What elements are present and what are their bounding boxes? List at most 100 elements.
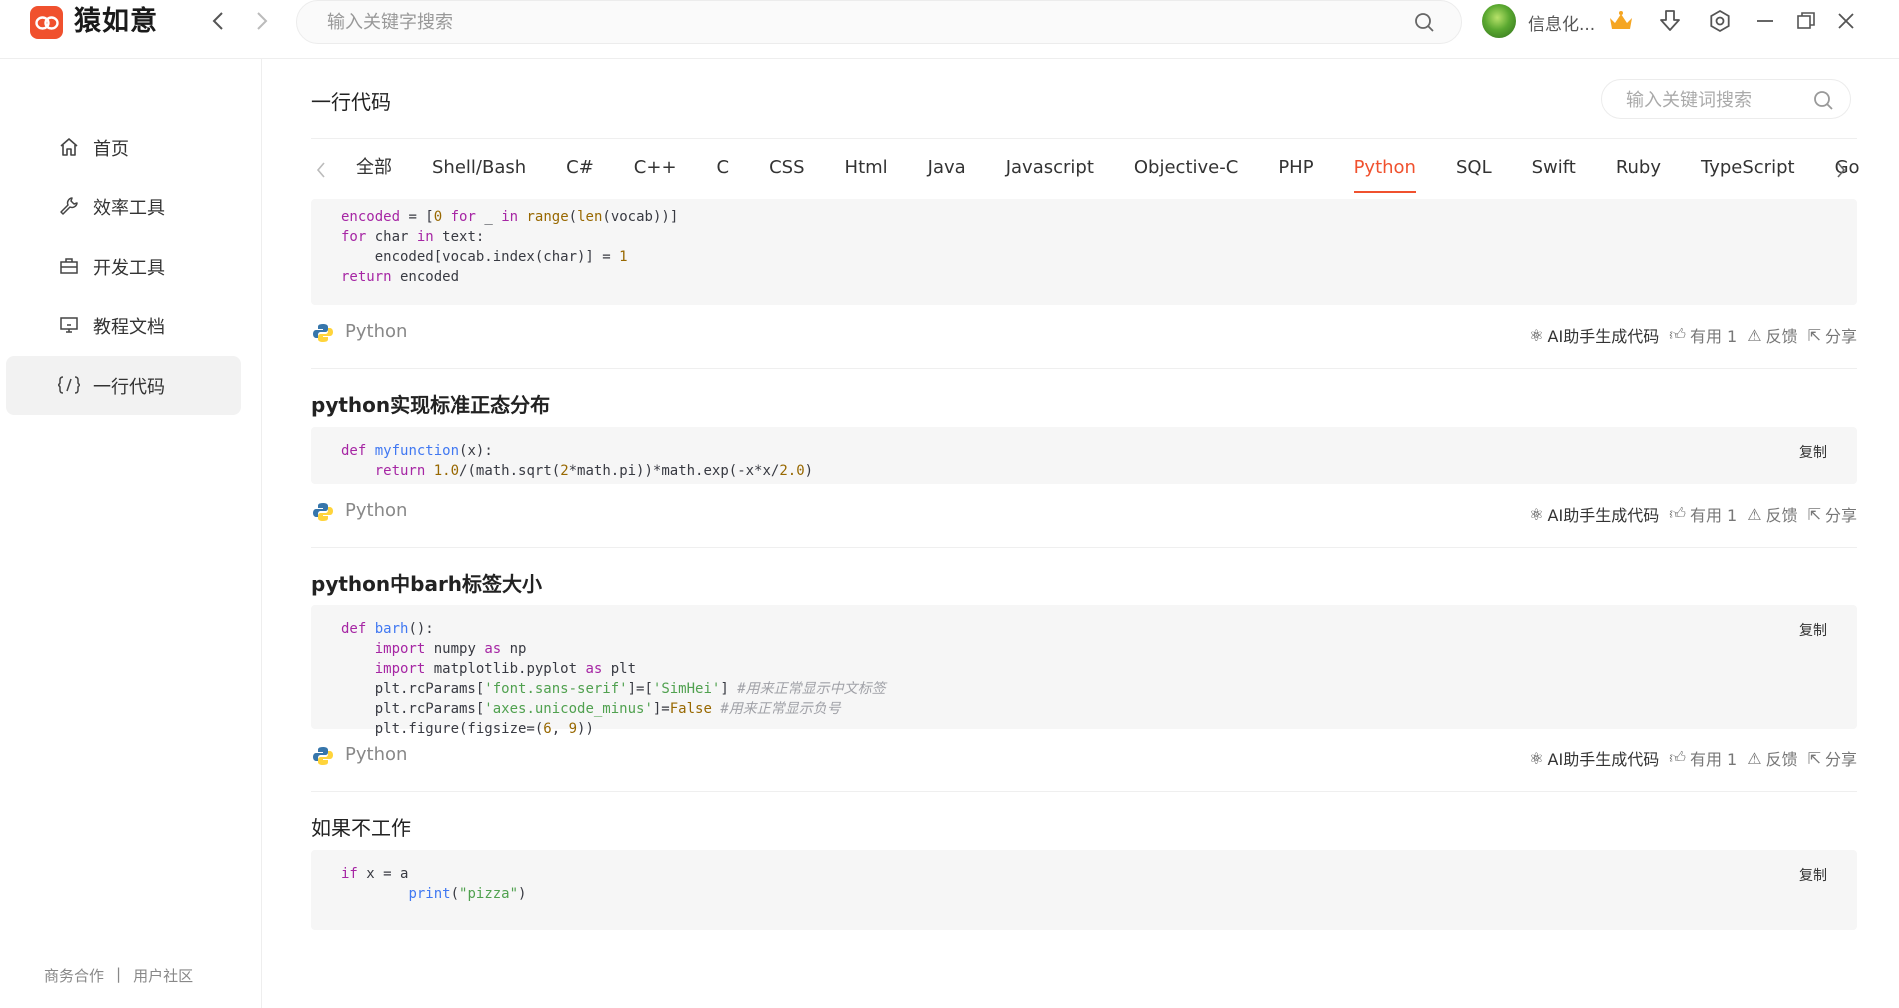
avatar[interactable] (1482, 4, 1516, 38)
feedback-button[interactable]: ⚠ 反馈 (1747, 323, 1797, 347)
chevron-right-icon (257, 12, 268, 30)
sidebar: 首页 效率工具 开发工具 教程文档 一行代码 商务合作 | 用户社区 (0, 59, 262, 1008)
tab-shell-bash[interactable]: Shell/Bash (432, 153, 526, 185)
sidebar-item-efficiency-tools[interactable]: 效率工具 (6, 177, 241, 236)
ai-generate-button[interactable]: ⚛ AI助手生成代码 (1529, 502, 1659, 526)
ai-network-icon: ⚛ (1529, 748, 1544, 768)
sidebar-item-label: 首页 (93, 138, 129, 160)
sidebar-item-dev-tools[interactable]: 开发工具 (6, 237, 241, 296)
snippet-title[interactable]: python中barh标签大小 (311, 568, 542, 596)
python-icon (313, 746, 333, 766)
chevron-left-icon (212, 12, 223, 30)
tab-typescript[interactable]: TypeScript (1701, 153, 1795, 185)
tabs-scroll-left[interactable] (313, 159, 329, 181)
feedback-button[interactable]: ⚠ 反馈 (1747, 746, 1797, 770)
forward-button[interactable] (250, 8, 274, 34)
tab-objective-c[interactable]: Objective-C (1134, 153, 1238, 185)
tab-javascript[interactable]: Javascript (1006, 153, 1094, 185)
useful-button[interactable]: 👍︎ 有用 1 (1669, 502, 1737, 526)
useful-label: 有用 1 (1689, 327, 1738, 346)
sidebar-footer: 商务合作 | 用户社区 (44, 965, 193, 986)
share-label: 分享 (1824, 750, 1857, 769)
share-button[interactable]: ⇱ 分享 (1808, 746, 1857, 770)
share-label: 分享 (1824, 506, 1857, 525)
tab-c[interactable]: C++ (634, 153, 677, 185)
tab-c[interactable]: C# (566, 153, 594, 185)
snippet-search-input[interactable] (1626, 88, 1806, 112)
crown-icon[interactable] (1606, 6, 1636, 36)
tab-python[interactable]: Python (1353, 153, 1417, 193)
business-link[interactable]: 商务合作 (44, 965, 104, 986)
chevron-right-icon (1837, 162, 1846, 178)
global-search[interactable] (296, 0, 1462, 44)
search-icon[interactable] (1413, 11, 1435, 37)
feedback-button[interactable]: ⚠ 反馈 (1747, 502, 1797, 526)
back-button[interactable] (206, 8, 230, 34)
ai-generate-button[interactable]: ⚛ AI助手生成代码 (1529, 323, 1659, 347)
snippet-title[interactable]: 如果不工作 (311, 812, 411, 840)
feedback-label: 反馈 (1765, 750, 1798, 769)
thumbs-up-icon: 👍︎ (1669, 504, 1686, 523)
main-content: 一行代码 全部 Shell/Bash C# C++ C CSS Html Java Javasc… (263, 59, 1899, 1008)
useful-button[interactable]: 👍︎ 有用 1 (1669, 746, 1737, 770)
sidebar-item-home[interactable]: 首页 (6, 118, 241, 177)
code-block: if x = a print("pizza") 复制 (311, 850, 1857, 930)
warning-icon: ⚠ (1747, 748, 1762, 768)
search-icon[interactable] (1812, 89, 1834, 115)
tab-all[interactable]: 全部 (356, 153, 392, 185)
minimize-icon[interactable] (1750, 6, 1780, 36)
python-icon (313, 502, 333, 522)
tabs-scroll-right[interactable] (1833, 159, 1849, 181)
share-icon: ⇱ (1807, 748, 1821, 768)
sidebar-item-one-line-code[interactable]: 一行代码 (6, 356, 241, 415)
useful-button[interactable]: 👍︎ 有用 1 (1669, 323, 1737, 347)
sidebar-item-tutorials[interactable]: 教程文档 (6, 296, 241, 355)
thumbs-up-icon: 👍︎ (1669, 325, 1686, 344)
chevron-left-icon (316, 162, 325, 178)
useful-label: 有用 1 (1689, 506, 1738, 525)
tab-html[interactable]: Html (845, 153, 888, 185)
tab-sql[interactable]: SQL (1456, 153, 1492, 185)
monitor-icon (58, 314, 80, 336)
download-icon[interactable] (1655, 6, 1685, 36)
tab-java[interactable]: Java (928, 153, 966, 185)
share-button[interactable]: ⇱ 分享 (1808, 502, 1857, 526)
snippet-meta: Python ⚛ AI助手生成代码 👍︎ 有用 1 ⚠ 反馈 ⇱ 分享 (311, 500, 1857, 528)
language-tabs: 全部 Shell/Bash C# C++ C CSS Html Java Javascript O… (356, 153, 1899, 193)
top-bar: 猿如意 信息化... (0, 0, 1899, 59)
tab-php[interactable]: PHP (1278, 153, 1313, 185)
tab-swift[interactable]: Swift (1532, 153, 1576, 185)
tab-css[interactable]: CSS (769, 153, 804, 185)
thumbs-up-icon: 👍︎ (1669, 748, 1686, 767)
copy-button[interactable]: 复制 (1799, 442, 1827, 462)
community-link[interactable]: 用户社区 (133, 965, 193, 986)
settings-icon[interactable] (1705, 6, 1735, 36)
app-logo[interactable] (30, 6, 63, 39)
toolbox-icon (58, 255, 80, 277)
code-block: encoded = [0 for _ in range(len(vocab))]… (311, 199, 1857, 305)
ai-network-icon: ⚛ (1529, 325, 1544, 345)
snippet-search[interactable] (1601, 79, 1851, 119)
tab-c[interactable]: C (717, 153, 730, 185)
share-icon: ⇱ (1807, 504, 1821, 524)
copy-button[interactable]: 复制 (1799, 865, 1827, 885)
user-name[interactable]: 信息化... (1528, 10, 1595, 35)
home-icon (58, 136, 80, 158)
snippet-divider (311, 791, 1857, 792)
share-button[interactable]: ⇱ 分享 (1808, 323, 1857, 347)
share-label: 分享 (1824, 327, 1857, 346)
logo-glyph-icon (34, 15, 59, 30)
close-icon[interactable] (1831, 6, 1861, 36)
sidebar-item-label: 效率工具 (93, 197, 165, 219)
snippet-title[interactable]: python实现标准正态分布 (311, 389, 550, 417)
share-icon: ⇱ (1807, 325, 1821, 345)
ai-generate-label: AI助手生成代码 (1547, 750, 1660, 769)
global-search-input[interactable] (327, 9, 1367, 35)
restore-icon[interactable] (1791, 6, 1821, 36)
tab-ruby[interactable]: Ruby (1616, 153, 1661, 185)
code-block: def barh(): import numpy as np import ma… (311, 605, 1857, 737)
app-name: 猿如意 (74, 6, 158, 37)
snippet-language: Python (345, 500, 408, 521)
copy-button[interactable]: 复制 (1799, 620, 1827, 640)
ai-generate-button[interactable]: ⚛ AI助手生成代码 (1529, 746, 1659, 770)
